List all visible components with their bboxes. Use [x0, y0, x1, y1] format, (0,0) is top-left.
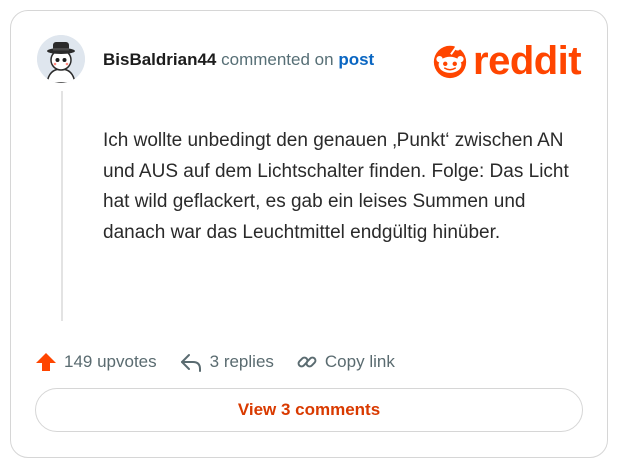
upvote-arrow-icon[interactable]: [35, 351, 57, 373]
reddit-wordmark: reddit: [473, 39, 582, 83]
reddit-snoo-icon: [433, 44, 467, 79]
reply-arrow-icon: [180, 354, 201, 372]
post-link[interactable]: post: [338, 50, 374, 69]
comment-body: Ich wollte unbedingt den genauen ‚Punkt‘…: [103, 130, 569, 243]
comment-header: BisBaldrian44 commented on post: [103, 50, 374, 70]
link-icon: [297, 356, 317, 368]
upvote-count: 149 upvotes: [64, 352, 157, 371]
comment-action-text: commented on: [221, 50, 334, 69]
thread-line: [61, 91, 63, 321]
avatar[interactable]: [37, 35, 85, 83]
avatar-image: [37, 35, 85, 83]
upvote-button[interactable]: 149 upvotes: [35, 351, 157, 373]
copy-link-label: Copy link: [324, 352, 395, 371]
view-comments-button[interactable]: View 3 comments: [35, 388, 583, 432]
replies-count: 3 replies: [209, 352, 274, 371]
username[interactable]: BisBaldrian44: [103, 50, 216, 69]
comment-card: BisBaldrian44 commented on post reddit I…: [10, 10, 608, 458]
replies-button[interactable]: 3 replies: [179, 351, 274, 373]
reddit-logo[interactable]: reddit: [431, 39, 582, 83]
copy-link-button[interactable]: Copy link: [296, 351, 395, 373]
action-bar: 149 upvotes 3 replies Copy link: [35, 351, 417, 373]
